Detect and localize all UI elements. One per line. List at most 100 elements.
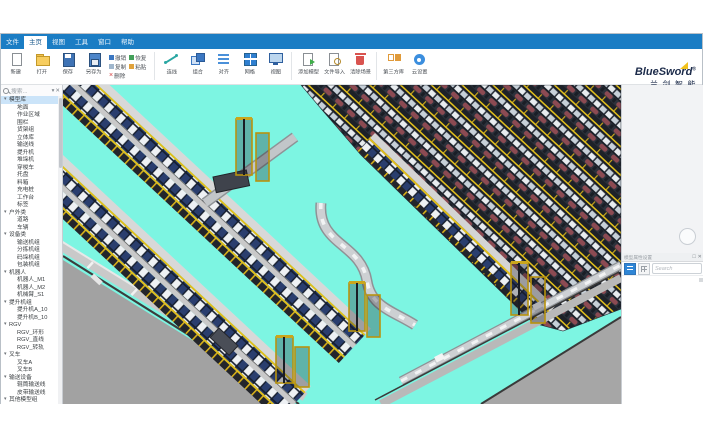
tree-item[interactable]: ▾ 机器人_M2 xyxy=(1,284,58,292)
ribbon-button[interactable]: 文件导入 xyxy=(321,51,347,77)
tree-item[interactable]: ▾ 托盘 xyxy=(1,171,58,179)
tree-item[interactable]: ▾ 车辆 xyxy=(1,224,58,232)
ribbon-button[interactable]: 另存为 xyxy=(81,51,107,77)
tree-item[interactable]: ▾ 输送线 xyxy=(1,141,58,149)
copy-mini-icon xyxy=(109,64,114,69)
close-icon[interactable]: ✕ xyxy=(698,254,702,260)
tree-item[interactable]: ▾ 货架组 xyxy=(1,126,58,134)
ribbon-button-label: 连线 xyxy=(166,67,176,75)
ribbon-button[interactable]: 对齐 xyxy=(210,51,236,77)
tree-item[interactable]: ▾ 提升机B_10 xyxy=(1,314,58,322)
ribbon-mini-button[interactable]: 粘贴 xyxy=(129,63,146,71)
tree-item[interactable]: ▾ 机械臂_S1 xyxy=(1,291,58,299)
tree-item[interactable]: ▾ 其他模型组 xyxy=(1,396,58,404)
panel-search-input[interactable]: Search xyxy=(652,263,702,274)
tree-item[interactable]: ▾ 机器人 xyxy=(1,269,58,277)
ribbon-button[interactable]: 清除场景 xyxy=(347,51,373,77)
tree-item[interactable]: ▾ 穿梭车 xyxy=(1,164,58,172)
group-icon xyxy=(190,52,205,66)
tree-item[interactable]: ▾ RGV xyxy=(1,321,58,329)
tree-item[interactable]: ▾ 叉车A xyxy=(1,359,58,367)
model-tree-sidebar: 搜索... ▾ ✕ ▾ 模型库 ▾ 地面 xyxy=(1,85,63,404)
tree-item[interactable]: ▾ RGV_环形 xyxy=(1,329,58,337)
ribbon-button[interactable]: 新建 xyxy=(3,51,29,77)
menu-tab-label: 文件 xyxy=(6,39,19,46)
tree-item[interactable]: ▾ 分拣机组 xyxy=(1,246,58,254)
grid-view-button[interactable] xyxy=(638,263,650,275)
tree-item[interactable]: ▾ 设备类 xyxy=(1,231,58,239)
menu-tab[interactable]: 窗口 xyxy=(93,36,116,49)
tree-item[interactable]: ▾ RGV_直线 xyxy=(1,336,58,344)
ribbon-mini-button[interactable]: 恢复 xyxy=(129,54,146,62)
tree-item[interactable]: ▾ 工作台 xyxy=(1,194,58,202)
ribbon-mini-button[interactable]: 撤销 xyxy=(109,54,126,62)
tree-item[interactable]: ▾ 充电桩 xyxy=(1,186,58,194)
menu-tab[interactable]: 文件 xyxy=(1,36,24,49)
tree-item[interactable]: ▾ 辊筒输送线 xyxy=(1,381,58,389)
tree-item[interactable]: ▾ 堆垛机 xyxy=(1,156,58,164)
tree-item[interactable]: ▾ 户外类 xyxy=(1,209,58,217)
tree-item-label: 机械臂_S1 xyxy=(17,291,44,298)
tree-item-label: 作业区域 xyxy=(17,111,40,118)
ribbon-mini-button[interactable]: 复制 xyxy=(109,63,126,71)
tree-item-label: 输送机组 xyxy=(17,239,40,246)
tree-item[interactable]: ▾ 输送设备 xyxy=(1,374,58,382)
ribbon-button[interactable]: 保存 xyxy=(55,51,81,77)
ribbon-button[interactable]: 云设置 xyxy=(406,51,432,77)
tree-item[interactable]: ▾ 叉车B xyxy=(1,366,58,374)
tree-item-label: RGV_环形 xyxy=(17,329,44,336)
tree-item[interactable]: ▾ 地面 xyxy=(1,104,58,112)
ribbon-file-group: 新建 打开 保存 另存为 xyxy=(3,51,107,77)
panel-header: 模型属性设置 □ ✕ xyxy=(622,253,703,262)
tree-item-label: 堆垛机 xyxy=(17,156,34,163)
tree-item[interactable]: ▾ 料箱 xyxy=(1,179,58,187)
ribbon-button-label: 云设置 xyxy=(412,67,428,75)
viewport-3d[interactable] xyxy=(63,85,621,404)
tree-item-label: 提升机B_10 xyxy=(17,314,47,321)
tree-scrollbar[interactable] xyxy=(58,96,62,404)
tree-item[interactable]: ▾ 围栏 xyxy=(1,119,58,127)
ribbon-button[interactable]: 添加模型 xyxy=(295,51,321,77)
menu-tab-label: 窗口 xyxy=(98,39,111,46)
menu-tab[interactable]: 主页 xyxy=(24,36,47,49)
tree-item[interactable]: ▾ 道路 xyxy=(1,216,58,224)
tree-scrollbar-thumb[interactable] xyxy=(59,98,62,168)
tree-item[interactable]: ▾ 叉车 xyxy=(1,351,58,359)
menu-tab[interactable]: 帮助 xyxy=(116,36,139,49)
tree-item[interactable]: ▾ 包装机组 xyxy=(1,261,58,269)
tree-item[interactable]: ▾ 作业区域 xyxy=(1,111,58,119)
ribbon-button-label: 打开 xyxy=(37,67,47,75)
tree-item[interactable]: ▾ 标签 xyxy=(1,201,58,209)
tree-item[interactable]: ▾ 提升机 xyxy=(1,149,58,157)
clear-search-icon[interactable]: ✕ xyxy=(55,88,60,94)
tree-item-label: 设备类 xyxy=(9,231,26,238)
ribbon-button[interactable]: 组合 xyxy=(184,51,210,77)
ribbon-button[interactable]: 连线 xyxy=(158,51,184,77)
new-file-icon xyxy=(9,52,24,66)
rotate-widget-icon[interactable] xyxy=(679,228,696,245)
tree-item[interactable]: ▾ 提升机A_10 xyxy=(1,306,58,314)
menu-tab[interactable]: 工具 xyxy=(70,36,93,49)
ribbon-button[interactable]: 网格 xyxy=(236,51,262,77)
tree-item[interactable]: ▾ 皮带输送线 xyxy=(1,389,58,397)
tree-item[interactable]: ▾ 立体库 xyxy=(1,134,58,142)
tree-item[interactable]: ▾ 模型库 xyxy=(1,96,58,104)
tree-search-input[interactable]: 搜索... xyxy=(11,86,51,95)
search-icon xyxy=(3,88,9,94)
tree-item[interactable]: ▾ 输送机组 xyxy=(1,239,58,247)
ribbon-button-label: 添加模型 xyxy=(298,67,319,75)
ribbon-button[interactable]: 视图 xyxy=(262,51,288,77)
tree-item-label: 辊筒输送线 xyxy=(17,381,45,388)
tree-item[interactable]: ▾ 机器人_M1 xyxy=(1,276,58,284)
tree-item[interactable]: ▾ 码垛机组 xyxy=(1,254,58,262)
list-view-button[interactable] xyxy=(624,263,636,275)
tree-item[interactable]: ▾ RGV_转轨 xyxy=(1,344,58,352)
menu-tab[interactable]: 视图 xyxy=(47,36,70,49)
tree-item[interactable]: ▾ 提升机组 xyxy=(1,299,58,307)
ribbon-button[interactable]: 第三方库 xyxy=(380,51,406,77)
ribbon-mini-button[interactable]: × 删除 xyxy=(109,72,125,80)
ribbon-button[interactable]: 打开 xyxy=(29,51,55,77)
scroll-top-icon[interactable] xyxy=(699,278,703,282)
minimize-icon[interactable]: □ xyxy=(693,254,696,260)
chevron-down-icon[interactable]: ▾ xyxy=(52,88,55,94)
